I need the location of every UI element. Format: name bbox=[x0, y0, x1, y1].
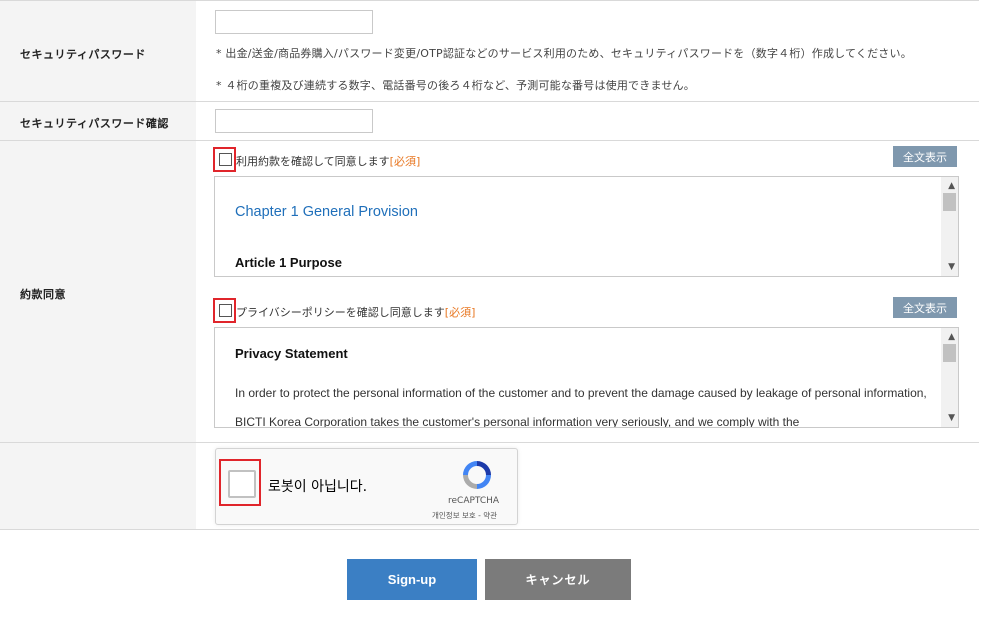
security-password-note-1: * 出金/送金/商品券購入/パスワード変更/OTP認証などのサービス利用のため、… bbox=[216, 47, 912, 60]
terms-agree-checkbox[interactable] bbox=[219, 153, 232, 166]
privacy-agree-checkbox[interactable] bbox=[219, 304, 232, 317]
privacy-agree-label[interactable]: プライバシーポリシーを確認し同意します[必須] bbox=[236, 304, 475, 320]
privacy-scrollbar[interactable]: ▲ ▼ bbox=[941, 328, 958, 427]
terms-doc-heading: Chapter 1 General Provision bbox=[235, 204, 418, 220]
terms-row: 約款同意 利用約款を確認して同意します[必須] 全文表示 Chapter 1 G… bbox=[0, 141, 979, 443]
cancel-button[interactable]: キャンセル bbox=[485, 559, 631, 600]
recaptcha-privacy-links[interactable]: 개인정보 보호 - 약관 bbox=[432, 510, 497, 521]
security-password-confirm-field bbox=[196, 102, 979, 140]
recaptcha-brand: reCAPTCHA bbox=[448, 496, 500, 506]
privacy-scrollbox[interactable]: Privacy Statement In order to protect th… bbox=[214, 327, 959, 428]
security-password-label-cell: セキュリティパスワード bbox=[0, 1, 196, 101]
security-password-confirm-label: セキュリティパスワード確認 bbox=[20, 117, 169, 130]
privacy-agree-text: プライバシーポリシーを確認し同意します bbox=[236, 306, 445, 319]
captcha-label-cell bbox=[0, 443, 196, 529]
scroll-down-arrow-icon[interactable]: ▼ bbox=[948, 413, 955, 423]
scroll-up-arrow-icon[interactable]: ▲ bbox=[948, 181, 955, 191]
security-password-note-2: * ４桁の重複及び連続する数字、電話番号の後ろ４桁など、予測可能な番号は使用でき… bbox=[216, 79, 695, 92]
terms-scrollbar[interactable]: ▲ ▼ bbox=[941, 177, 958, 276]
captcha-row: 로봇이 아닙니다. reCAPTCHA 개인정보 보호 - 약관 bbox=[0, 443, 979, 530]
terms-field: 利用約款を確認して同意します[必須] 全文表示 Chapter 1 Genera… bbox=[196, 141, 979, 442]
security-password-confirm-label-cell: セキュリティパスワード確認 bbox=[0, 102, 196, 140]
security-password-field: * 出金/送金/商品券購入/パスワード変更/OTP認証などのサービス利用のため、… bbox=[196, 1, 979, 101]
security-password-confirm-input[interactable] bbox=[215, 109, 373, 133]
signup-button[interactable]: Sign-up bbox=[347, 559, 477, 600]
captcha-field: 로봇이 아닙니다. reCAPTCHA 개인정보 보호 - 약관 bbox=[196, 443, 979, 529]
security-password-row: セキュリティパスワード * 出金/送金/商品券購入/パスワード変更/OTP認証な… bbox=[0, 1, 979, 102]
security-password-input[interactable] bbox=[215, 10, 373, 34]
privacy-required-tag: [必須] bbox=[444, 306, 476, 319]
privacy-scrollbar-thumb[interactable] bbox=[943, 344, 956, 362]
terms-fulltext-button[interactable]: 全文表示 bbox=[893, 146, 957, 167]
privacy-doc-body: In order to protect the personal informa… bbox=[235, 386, 927, 428]
security-password-label: セキュリティパスワード bbox=[20, 48, 146, 61]
security-password-confirm-row: セキュリティパスワード確認 bbox=[0, 102, 979, 141]
terms-label: 約款同意 bbox=[20, 288, 66, 301]
terms-agree-label[interactable]: 利用約款を確認して同意します[必須] bbox=[236, 153, 420, 169]
privacy-fulltext-button[interactable]: 全文表示 bbox=[893, 297, 957, 318]
terms-scrollbar-thumb[interactable] bbox=[943, 193, 956, 211]
terms-required-tag: [必須] bbox=[389, 155, 421, 168]
recaptcha-label: 로봇이 아닙니다. bbox=[268, 479, 368, 495]
privacy-doc-heading: Privacy Statement bbox=[235, 346, 348, 361]
terms-agree-text: 利用約款を確認して同意します bbox=[236, 155, 390, 168]
scroll-up-arrow-icon[interactable]: ▲ bbox=[948, 332, 955, 342]
terms-scrollbox[interactable]: Chapter 1 General Provision Article 1 Pu… bbox=[214, 176, 959, 277]
captcha-checkbox-highlight bbox=[219, 459, 261, 506]
terms-doc-article: Article 1 Purpose bbox=[235, 255, 342, 270]
signup-form-table: セキュリティパスワード * 出金/送金/商品券購入/パスワード変更/OTP認証な… bbox=[0, 0, 979, 530]
terms-label-cell: 約款同意 bbox=[0, 141, 196, 442]
recaptcha-logo-icon bbox=[463, 461, 491, 489]
scroll-down-arrow-icon[interactable]: ▼ bbox=[948, 262, 955, 272]
